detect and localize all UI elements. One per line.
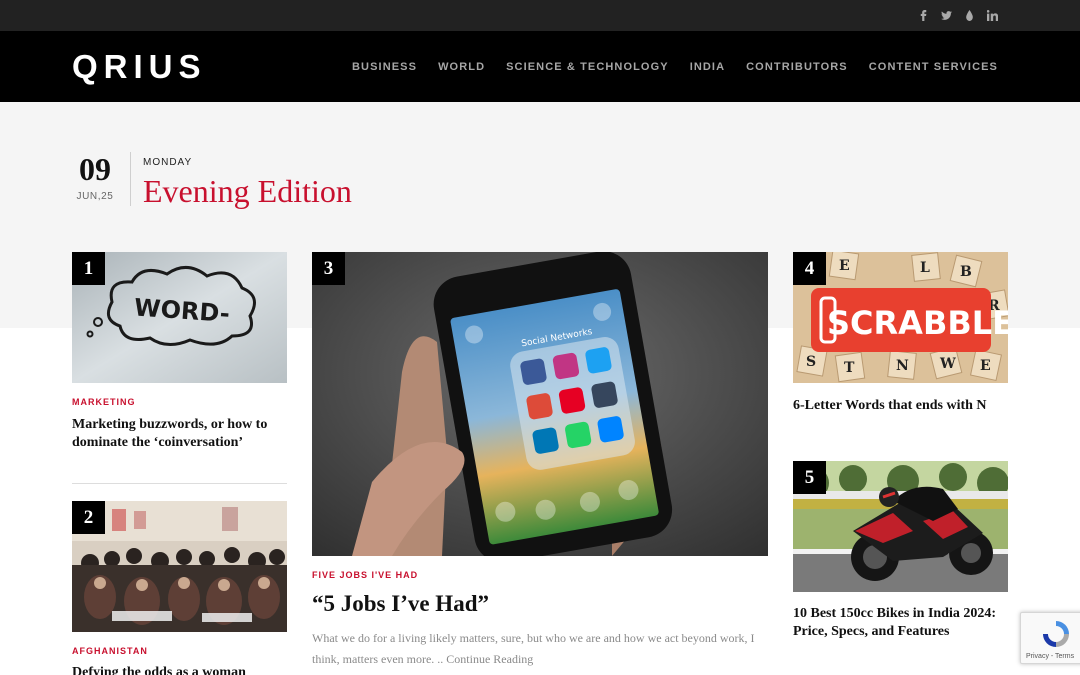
recaptcha-privacy-terms[interactable]: Privacy - Terms (1026, 653, 1074, 660)
nav-contributors[interactable]: CONTRIBUTORS (746, 61, 848, 73)
article-3-number: 3 (312, 252, 345, 285)
svg-text:W: W (939, 356, 956, 372)
edition-title: Evening Edition (143, 173, 352, 209)
nav-content-services[interactable]: CONTENT SERVICES (869, 61, 998, 73)
article-2-image[interactable]: 2 (72, 501, 287, 632)
left-column-divider (72, 483, 287, 484)
recaptcha-badge[interactable]: Privacy - Terms (1020, 612, 1080, 664)
scrabble-logo-text: SCRABBLE (827, 304, 1008, 342)
instagram-icon[interactable] (958, 0, 981, 31)
svg-text:T: T (844, 360, 855, 376)
article-1-image[interactable]: WORD- 1 (72, 252, 287, 383)
edition-weekday: MONDAY (143, 157, 193, 168)
article-3-category[interactable]: FIVE JOBS I'VE HAD (312, 570, 418, 580)
article-2-category[interactable]: AFGHANISTAN (72, 646, 148, 656)
article-3-image[interactable]: Social Networks 3 (312, 252, 768, 556)
article-5-title[interactable]: 10 Best 150cc Bikes in India 2024: Price… (793, 605, 1008, 641)
nav-india[interactable]: INDIA (690, 61, 725, 73)
recaptcha-icon (1043, 621, 1069, 647)
site-header: QRIUS BUSINESS WORLD SCIENCE & TECHNOLOG… (0, 31, 1080, 102)
article-4-image[interactable]: AELB RSTN WE SCRABBLE 4 (793, 252, 1008, 383)
article-1-category[interactable]: MARKETING (72, 397, 136, 407)
linkedin-icon[interactable] (981, 0, 1004, 31)
svg-text:N: N (896, 358, 909, 374)
social-bar (0, 0, 1080, 31)
article-5-image[interactable]: 5 (793, 461, 1008, 592)
svg-text:E: E (839, 258, 850, 274)
article-1-number: 1 (72, 252, 105, 285)
article-1-title[interactable]: Marketing buzzwords, or how to dominate … (72, 416, 287, 452)
edition-month-year: JUN,25 (76, 191, 114, 202)
facebook-icon[interactable] (912, 0, 935, 31)
smartphone-social-image: Social Networks (312, 252, 768, 556)
article-3-excerpt: What we do for a living likely matters, … (312, 628, 768, 670)
svg-text:S: S (806, 354, 816, 370)
social-icons (912, 0, 1004, 31)
edition-day: 09 (79, 151, 111, 187)
article-2-title[interactable]: Defying the odds as a woman (72, 664, 287, 675)
nav-world[interactable]: WORLD (438, 61, 485, 73)
article-5-number: 5 (793, 461, 826, 494)
article-4-number: 4 (793, 252, 826, 285)
site-logo[interactable]: QRIUS (72, 48, 207, 86)
svg-text:B: B (960, 264, 972, 280)
nav-business[interactable]: BUSINESS (352, 61, 417, 73)
svg-text:L: L (920, 260, 930, 276)
article-4-title[interactable]: 6-Letter Words that ends with N (793, 397, 1008, 415)
main-nav: BUSINESS WORLD SCIENCE & TECHNOLOGY INDI… (331, 31, 998, 102)
twitter-icon[interactable] (935, 0, 958, 31)
svg-text:E: E (980, 358, 991, 374)
article-2-number: 2 (72, 501, 105, 534)
article-3-title[interactable]: “5 Jobs I’ve Had” (312, 590, 768, 618)
date-divider (130, 152, 131, 206)
nav-science-technology[interactable]: SCIENCE & TECHNOLOGY (506, 61, 669, 73)
continue-reading-link[interactable]: Continue Reading (446, 652, 533, 666)
